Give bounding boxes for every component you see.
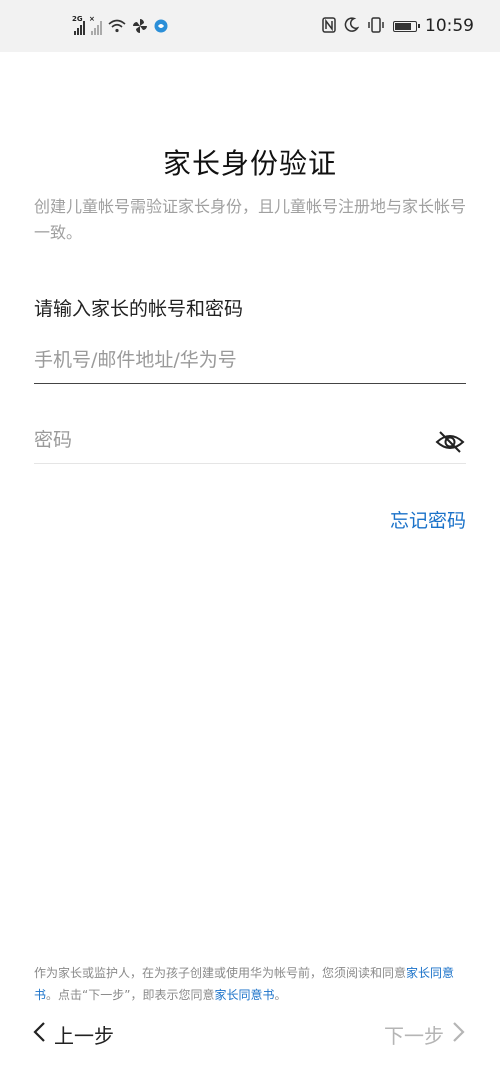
password-field <box>34 420 466 464</box>
chevron-right-icon <box>452 1021 466 1048</box>
status-left-icons: 2G × <box>72 15 168 37</box>
back-button[interactable]: 上一步 <box>32 1020 114 1049</box>
battery-icon <box>393 20 420 32</box>
network-2-label: × <box>89 14 95 23</box>
next-button-label: 下一步 <box>384 1024 444 1048</box>
next-button[interactable]: 下一步 <box>384 1020 466 1049</box>
parent-verification-screen: 2G × 10:59 家长身份验证 创建儿童帐号需验证家长身份，且儿童帐号注册地… <box>0 0 500 1070</box>
toggle-password-visibility-icon[interactable] <box>434 426 466 458</box>
moon-icon <box>344 17 360 35</box>
consent-text-2: 。点击“下一步”，即表示您同意 <box>46 988 215 1002</box>
consent-text-3: 。 <box>274 988 287 1002</box>
status-right-icons: 10:59 <box>322 16 474 36</box>
pinwheel-icon <box>132 18 148 37</box>
chevron-left-icon <box>32 1021 46 1048</box>
wifi-icon <box>108 19 126 36</box>
password-input[interactable] <box>34 420 414 460</box>
consent-notice: 作为家长或监护人，在为孩子创建或使用华为帐号前，您须阅读和同意家长同意书。点击“… <box>34 962 474 1006</box>
page-subtitle: 创建儿童帐号需验证家长身份，且儿童帐号注册地与家长帐号一致。 <box>34 197 467 242</box>
parental-consent-link-2[interactable]: 家长同意书 <box>214 988 274 1002</box>
network-type-label: 2G <box>72 14 83 23</box>
nfc-icon <box>322 16 336 36</box>
cellular-signal-2-icon: × <box>89 15 102 35</box>
cellular-signal-icon: 2G <box>72 15 85 35</box>
credentials-section-label: 请输入家长的帐号和密码 <box>34 298 244 320</box>
page-title: 家长身份验证 <box>162 147 337 180</box>
status-bar: 2G × 10:59 <box>0 0 500 52</box>
vibrate-icon <box>367 16 385 36</box>
status-time: 10:59 <box>425 16 474 36</box>
forgot-password-link[interactable]: 忘记密码 <box>390 506 466 533</box>
app-notification-icon <box>154 19 168 36</box>
consent-text-1: 作为家长或监护人，在为孩子创建或使用华为帐号前，您须阅读和同意 <box>34 966 407 980</box>
back-button-label: 上一步 <box>54 1024 114 1048</box>
account-input[interactable] <box>34 340 414 380</box>
account-field <box>34 340 466 384</box>
